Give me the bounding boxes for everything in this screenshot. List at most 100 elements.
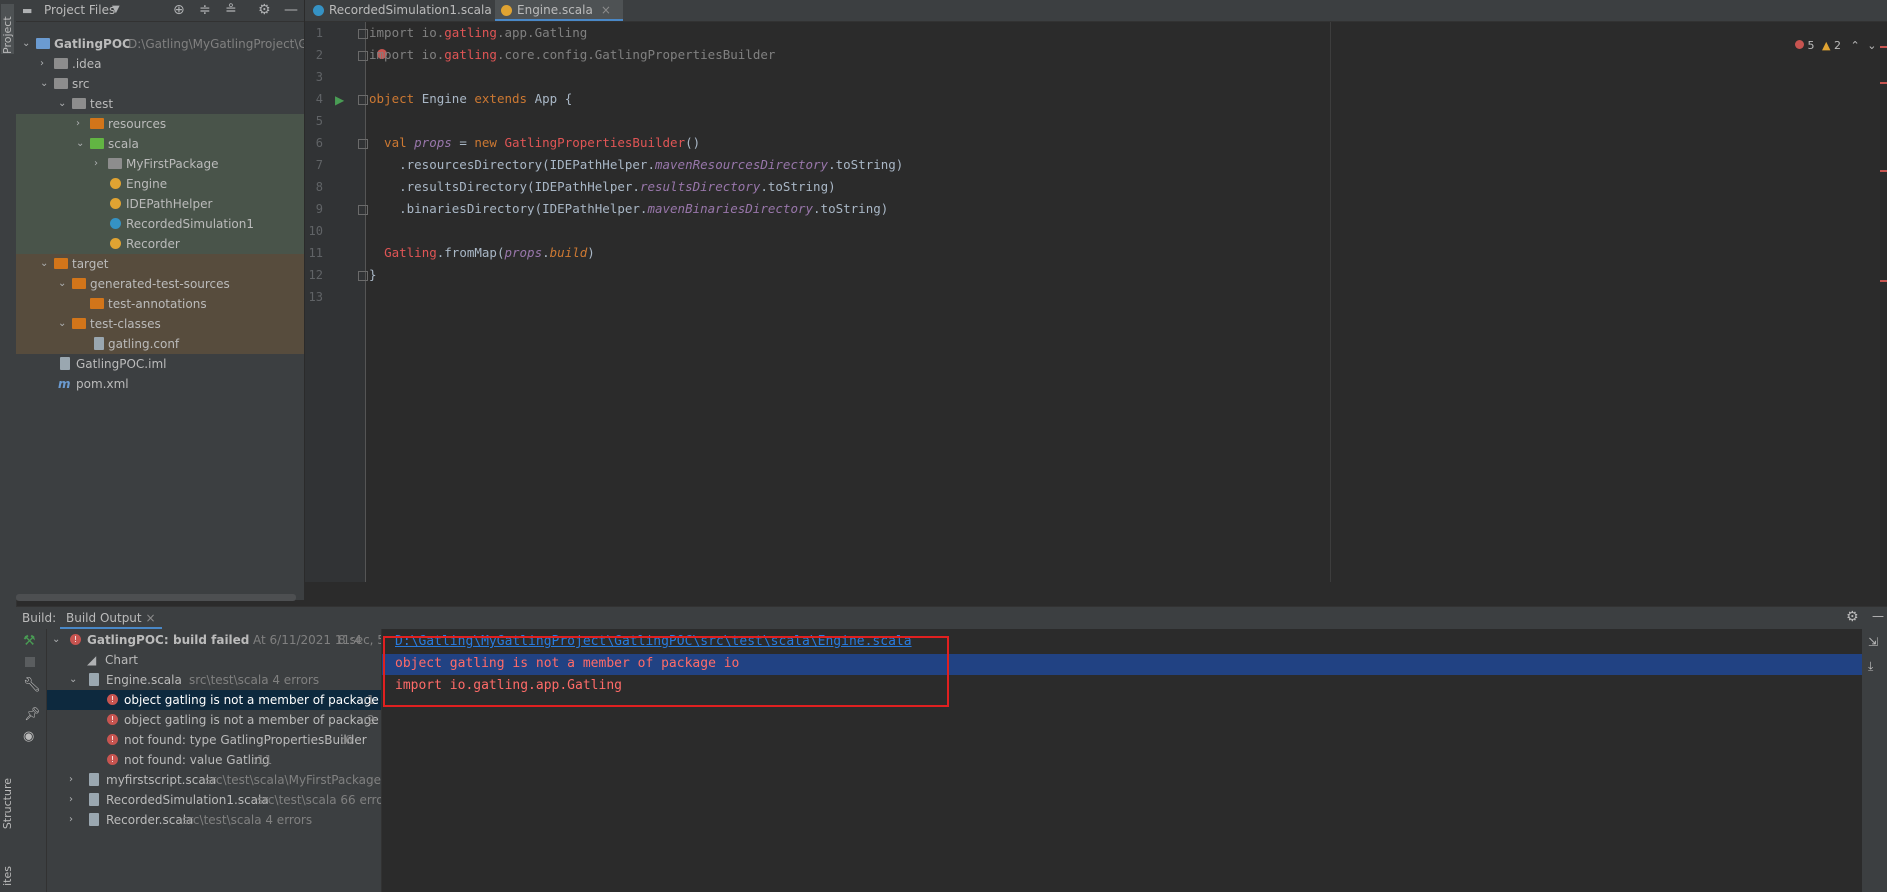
minimize-icon[interactable]: — — [284, 2, 298, 18]
tree-item-label: pom.xml — [76, 377, 129, 391]
excluded-folder-icon — [72, 318, 86, 329]
annotation-highlight-box — [383, 636, 949, 707]
chevron-down-icon[interactable]: ⌄ — [1867, 39, 1876, 52]
chevron-down-icon[interactable]: ⌄ — [40, 74, 48, 94]
tree-item-myfirstpackage[interactable]: › MyFirstPackage — [16, 154, 304, 174]
chevron-right-icon[interactable]: › — [69, 790, 73, 810]
tree-item-label: RecordedSimulation1 — [126, 217, 255, 231]
tree-item-target[interactable]: ⌄ target — [16, 254, 304, 274]
file-errors-row[interactable]: › Recorder.scala src\test\scala 4 errors — [47, 810, 381, 830]
chevron-down-icon[interactable]: ▼ — [112, 4, 120, 15]
pin-icon[interactable]: 📌︎ — [24, 707, 41, 722]
tree-item-idea[interactable]: › .idea — [16, 54, 304, 74]
tree-item-label: MyFirstPackage — [126, 157, 219, 171]
tree-item-test[interactable]: ⌄ test — [16, 94, 304, 114]
build-result-row[interactable]: ⌄ ! GatlingPOC: build failed At 6/11/202… — [47, 630, 381, 650]
gear-icon[interactable]: ⚙ — [258, 2, 271, 18]
error-message: object gatling is not a member of packag… — [124, 713, 382, 727]
chevron-right-icon[interactable]: › — [69, 810, 73, 830]
tree-item-recorder[interactable]: Recorder — [16, 234, 304, 254]
folder-icon — [72, 98, 86, 109]
favorites-tool-tab[interactable]: ites — [1, 866, 14, 886]
close-icon[interactable]: × — [145, 611, 155, 625]
tree-item-test-classes[interactable]: ⌄ test-classes — [16, 314, 304, 334]
source-folder-icon — [90, 138, 104, 149]
soft-wrap-icon[interactable]: ⇲ — [1868, 635, 1878, 649]
tab-build-output[interactable]: Build Output × — [60, 607, 162, 629]
tree-item-label: GatlingPOC.iml — [76, 357, 167, 371]
stop-icon[interactable] — [25, 657, 35, 667]
tree-item-gatling-conf[interactable]: gatling.conf — [16, 334, 304, 354]
line-number: 1 — [315, 26, 323, 40]
chevron-down-icon[interactable]: ⌄ — [58, 274, 66, 294]
tree-item-resources[interactable]: › resources — [16, 114, 304, 134]
tree-item-recordedsimulation1[interactable]: RecordedSimulation1 — [16, 214, 304, 234]
tree-item-src[interactable]: ⌄ src — [16, 74, 304, 94]
error-message: not found: type GatlingPropertiesBuilder — [124, 733, 367, 747]
wrench-icon[interactable]: 🔧︎ — [23, 677, 41, 693]
project-view-selector[interactable]: Project Files — [44, 3, 115, 17]
error-stripe[interactable] — [1880, 82, 1887, 84]
collapse-all-icon[interactable]: ≗ — [225, 2, 237, 18]
file-label: Recorder.scala — [106, 813, 194, 827]
tree-item-test-annotations[interactable]: test-annotations — [16, 294, 304, 314]
tree-item-engine[interactable]: Engine — [16, 174, 304, 194]
error-row[interactable]: ! not found: value Gatling :11 — [47, 750, 381, 770]
error-row[interactable]: ! object gatling is not a member of pack… — [47, 690, 381, 710]
tab-recordedsimulation1[interactable]: RecordedSimulation1.scala× — [307, 0, 515, 21]
file-errors-row[interactable]: › RecordedSimulation1.scala src\test\sca… — [47, 790, 381, 810]
chevron-right-icon[interactable]: › — [94, 154, 98, 174]
error-row[interactable]: ! object gatling is not a member of pack… — [47, 710, 381, 730]
chevron-down-icon[interactable]: ⌄ — [40, 254, 48, 274]
locate-icon[interactable]: ⊕ — [173, 2, 185, 18]
tree-item-scala[interactable]: ⌄ scala — [16, 134, 304, 154]
code-line-7: .resourcesDirectory(IDEPathHelper.mavenR… — [369, 157, 904, 172]
chevron-right-icon[interactable]: › — [40, 54, 44, 74]
build-tree: ⌄ ! GatlingPOC: build failed At 6/11/202… — [47, 629, 382, 892]
run-icon[interactable]: ▶ — [335, 93, 344, 107]
chevron-right-icon[interactable]: › — [69, 770, 73, 790]
file-errors-row[interactable]: ⌄ Engine.scala src\test\scala 4 errors — [47, 670, 381, 690]
error-row[interactable]: ! not found: type GatlingPropertiesBuild… — [47, 730, 381, 750]
structure-tool-tab[interactable]: Structure — [1, 778, 14, 829]
horizontal-scrollbar[interactable] — [16, 594, 296, 601]
warning-icon: ▲ — [1822, 39, 1831, 52]
chevron-up-icon[interactable]: ⌃ — [1850, 39, 1859, 52]
chevron-down-icon[interactable]: ⌄ — [58, 314, 66, 334]
error-icon: ! — [107, 754, 118, 765]
line-number: 9 — [315, 202, 323, 216]
iml-file-icon — [60, 357, 70, 370]
build-toolbar: ⚒ 🔧︎ 📌︎ ◉ — [16, 629, 47, 892]
tree-item-gatlingpoc[interactable]: ⌄ GatlingPOC D:\Gatling\MyGatlingProject… — [16, 34, 304, 54]
tree-item-generated-test-sources[interactable]: ⌄ generated-test-sources — [16, 274, 304, 294]
tab-engine[interactable]: Engine.scala × — [495, 0, 623, 21]
tree-item-pom-xml[interactable]: m pom.xml — [16, 374, 304, 394]
chevron-down-icon[interactable]: ⌄ — [76, 134, 84, 154]
chevron-down-icon[interactable]: ⌄ — [58, 94, 66, 114]
chevron-down-icon[interactable]: ⌄ — [22, 34, 30, 54]
chart-row[interactable]: ◢ Chart — [47, 650, 381, 670]
eye-icon[interactable]: ◉ — [23, 729, 34, 744]
error-stripe[interactable] — [1880, 280, 1887, 282]
scroll-to-end-icon[interactable]: ⤓ — [1868, 659, 1873, 674]
inspection-widget[interactable]: 5 ▲ 2 ⌃ ⌄ — [1795, 39, 1876, 52]
chevron-down-icon[interactable]: ⌄ — [69, 670, 77, 690]
hammer-icon[interactable]: ⚒ — [23, 633, 36, 649]
code-editor[interactable]: import io.gatling.app.Gatling import io.… — [366, 22, 1886, 582]
warning-count: 2 — [1833, 39, 1841, 52]
error-stripe[interactable] — [1880, 170, 1887, 172]
error-stripe[interactable] — [1880, 46, 1887, 48]
build-output-console[interactable]: D:\Gatling\MyGatlingProject\GatlingPOC\s… — [382, 629, 1862, 892]
line-number: 2 — [315, 48, 323, 62]
file-errors-row[interactable]: › myfirstscript.scala src\test\scala\MyF… — [47, 770, 381, 790]
scala-object-icon — [110, 198, 121, 209]
gear-icon[interactable]: ⚙ — [1846, 609, 1859, 625]
expand-all-icon[interactable]: ≑ — [199, 2, 211, 18]
close-icon[interactable]: × — [601, 3, 611, 17]
project-tool-tab[interactable]: Project — [1, 4, 14, 54]
chevron-right-icon[interactable]: › — [76, 114, 80, 134]
tree-item-gatlingpoc-iml[interactable]: GatlingPOC.iml — [16, 354, 304, 374]
tree-item-idepathhelper[interactable]: IDEPathHelper — [16, 194, 304, 214]
chevron-down-icon[interactable]: ⌄ — [52, 630, 60, 650]
minimize-icon[interactable]: — — [1872, 609, 1884, 623]
